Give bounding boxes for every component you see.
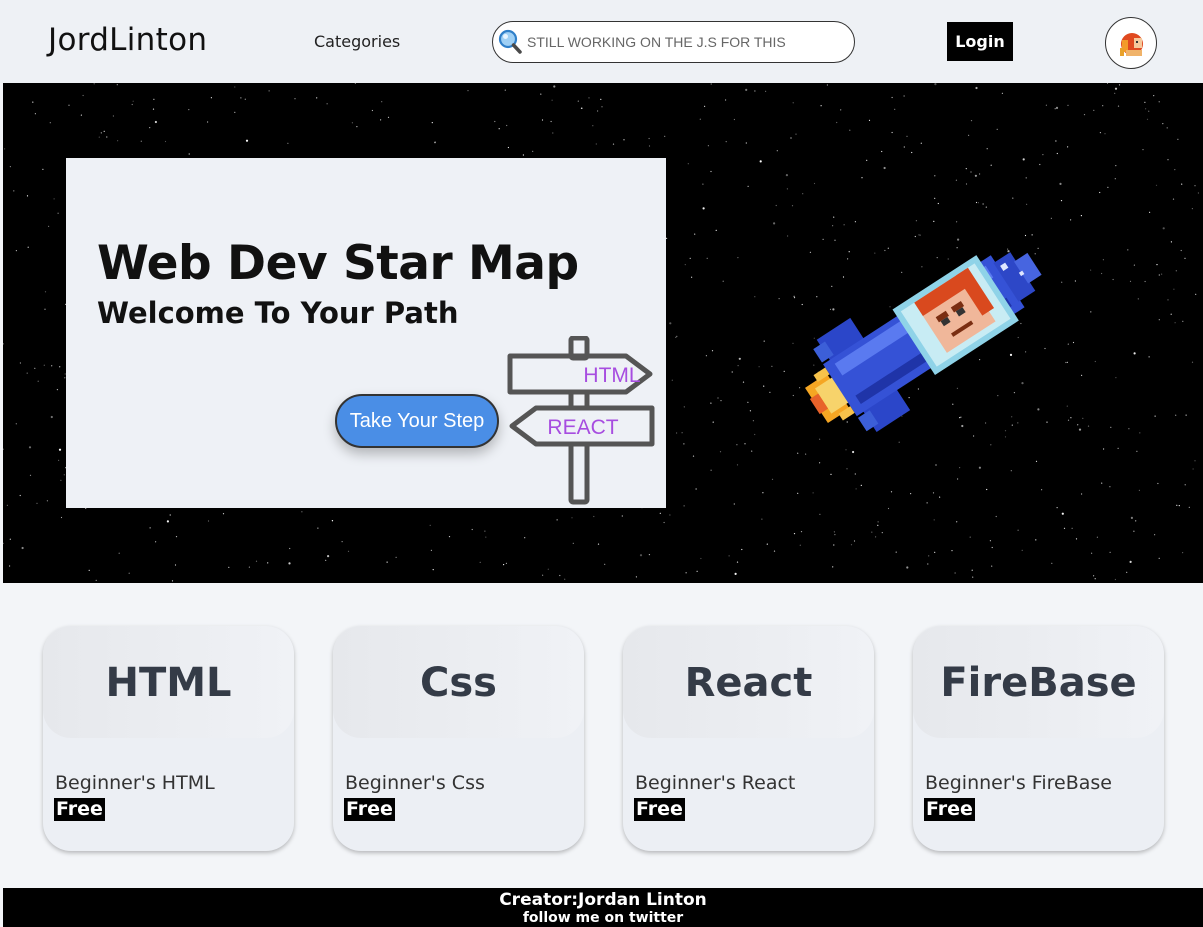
hero-card: Web Dev Star Map Welcome To Your Path Ta… [66, 158, 666, 508]
card-title: FireBase [940, 660, 1137, 706]
hero-title: Web Dev Star Map [97, 236, 579, 291]
footer: Creator:Jordan Linton follow me on twitt… [3, 888, 1203, 927]
card-description: Beginner's FireBase [925, 772, 1112, 794]
search-icon [498, 29, 522, 54]
profile-avatar[interactable] [1105, 17, 1157, 69]
price-badge: Free [634, 798, 685, 821]
card-title: HTML [105, 660, 232, 706]
course-card-css[interactable]: Css Beginner's Css Free [333, 626, 584, 851]
signpost-react-label: REACT [547, 416, 618, 439]
signpost-illustration: HTML REACT [507, 336, 655, 505]
price-badge: Free [54, 798, 105, 821]
card-description: Beginner's Css [345, 772, 485, 794]
signpost-html-label: HTML [583, 364, 640, 387]
course-card-html[interactable]: HTML Beginner's HTML Free [43, 626, 294, 851]
price-badge: Free [344, 798, 395, 821]
rocket-illustration [805, 252, 1042, 432]
card-description: Beginner's HTML [55, 772, 215, 794]
twitter-follow-link[interactable]: follow me on twitter [3, 910, 1203, 926]
card-title: React [684, 660, 813, 706]
search-input[interactable] [527, 30, 837, 54]
hero-subtitle: Welcome To Your Path [97, 296, 459, 330]
login-button[interactable]: Login [947, 22, 1013, 61]
navbar: JordLinton Categories Login [0, 0, 1203, 83]
course-card-react[interactable]: React Beginner's React Free [623, 626, 874, 851]
astronaut-avatar-icon [1120, 33, 1143, 56]
footer-creator: Creator:Jordan Linton [499, 890, 707, 910]
nav-categories-link[interactable]: Categories [314, 32, 400, 51]
brand-logo[interactable]: JordLinton [48, 22, 207, 58]
price-badge: Free [924, 798, 975, 821]
course-cards: HTML Beginner's HTML Free Css Beginner's… [0, 583, 1203, 888]
hero-banner: Web Dev Star Map Welcome To Your Path Ta… [3, 83, 1203, 583]
card-description: Beginner's React [635, 772, 796, 794]
take-your-step-button[interactable]: Take Your Step [335, 394, 499, 448]
card-title: Css [420, 660, 497, 706]
search-bar[interactable] [492, 21, 855, 63]
course-card-firebase[interactable]: FireBase Beginner's FireBase Free [913, 626, 1164, 851]
